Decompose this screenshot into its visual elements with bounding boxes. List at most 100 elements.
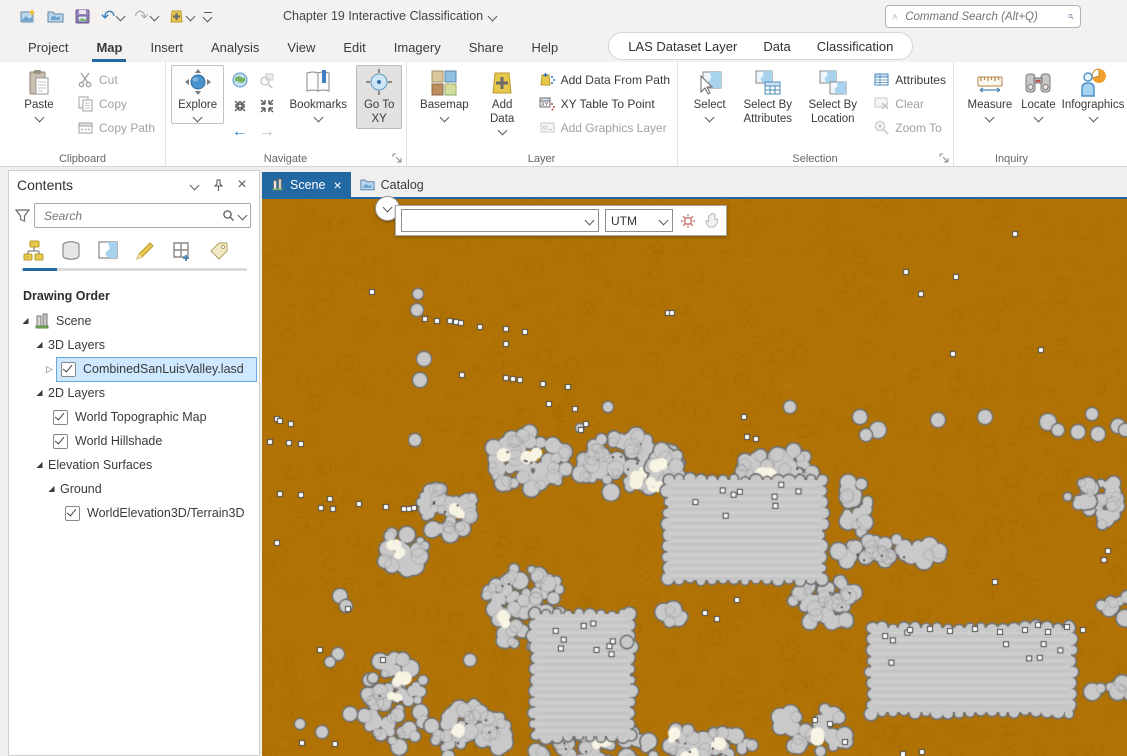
bookmarks-button[interactable]: Bookmarks	[282, 65, 354, 124]
tab-view[interactable]: View	[273, 34, 329, 62]
tab-analysis[interactable]: Analysis	[197, 34, 273, 62]
search-icon[interactable]	[1068, 10, 1074, 23]
zoom-to-selection-button[interactable]	[253, 67, 280, 93]
add-data-chevron-icon[interactable]	[497, 126, 507, 136]
paste-button[interactable]: Paste	[14, 65, 64, 124]
infographics-button[interactable]: Infographics	[1062, 65, 1124, 124]
full-extent-button[interactable]	[226, 67, 253, 93]
close-scene-tab-icon[interactable]: ×	[333, 178, 341, 192]
tree-item-elevation-surfaces[interactable]: ◢ Elevation Surfaces	[15, 453, 259, 477]
tab-help[interactable]: Help	[517, 34, 572, 62]
scene-view[interactable]: UTM	[262, 197, 1127, 756]
undo-button[interactable]: ↶	[99, 6, 126, 27]
tree-item-world-topographic-map[interactable]: World Topographic Map	[15, 405, 259, 429]
pin-icon[interactable]	[209, 176, 227, 194]
search-icon[interactable]	[222, 209, 235, 222]
command-search[interactable]	[885, 5, 1081, 28]
navigate-dialog-launcher[interactable]	[391, 152, 403, 164]
add-graphics-layer-button[interactable]: Add Graphics Layer	[536, 117, 673, 138]
clear-button[interactable]: Clear	[870, 93, 949, 114]
pan-to-location-icon[interactable]	[703, 212, 721, 230]
list-by-data-source-icon[interactable]	[58, 238, 84, 264]
add-data-from-path-button[interactable]: Add Data From Path	[536, 69, 673, 90]
coordinate-input-box[interactable]	[401, 209, 599, 232]
search-options-chevron-icon[interactable]	[238, 211, 248, 221]
title-chevron-icon[interactable]	[488, 11, 498, 21]
tree-item-world-hillshade[interactable]: World Hillshade	[15, 429, 259, 453]
contents-search-input[interactable]	[42, 208, 218, 224]
point-cloud-map-canvas[interactable]	[262, 199, 1127, 756]
go-to-xy-button[interactable]: Go To XY	[356, 65, 402, 129]
customize-quick-access-button[interactable]	[202, 10, 214, 23]
tab-data[interactable]: Data	[750, 35, 803, 58]
measure-button[interactable]: Measure	[965, 65, 1015, 124]
tree-item-scene[interactable]: ◢ Scene	[15, 309, 259, 333]
paste-chevron-icon[interactable]	[34, 112, 44, 122]
layer-visibility-checkbox[interactable]	[61, 362, 76, 377]
redo-button[interactable]: ↷	[132, 6, 159, 27]
measure-chevron-icon[interactable]	[985, 112, 995, 122]
fixed-zoom-out-icon[interactable]	[253, 93, 280, 119]
xy-table-to-point-button[interactable]: XY XY Table To Point	[536, 93, 673, 114]
open-project-icon[interactable]	[45, 6, 66, 27]
tab-catalog[interactable]: Catalog	[351, 172, 433, 197]
explore-chevron-icon[interactable]	[193, 112, 203, 122]
bookmarks-chevron-icon[interactable]	[313, 112, 323, 122]
locate-button[interactable]: Locate	[1017, 65, 1060, 124]
pane-menu-button[interactable]	[185, 176, 203, 194]
tab-share[interactable]: Share	[455, 34, 518, 62]
basemap-button[interactable]: Basemap	[414, 65, 475, 124]
selected-layer-box[interactable]: CombinedSanLuisValley.lasd	[56, 357, 257, 382]
command-search-input[interactable]	[903, 10, 1063, 24]
previous-extent-button[interactable]: ←	[226, 119, 253, 145]
undo-chevron-icon[interactable]	[116, 11, 126, 21]
copy-button[interactable]: Copy	[74, 93, 158, 114]
expander-icon[interactable]: ◢	[19, 317, 32, 325]
list-by-drawing-order-icon[interactable]	[21, 238, 47, 264]
select-by-attributes-button[interactable]: Select By Attributes	[736, 65, 799, 129]
tab-las-dataset-layer[interactable]: LAS Dataset Layer	[615, 35, 750, 58]
layer-visibility-checkbox[interactable]	[65, 506, 80, 521]
list-by-snapping-icon[interactable]	[169, 238, 195, 264]
cut-button[interactable]: Cut	[74, 69, 158, 90]
basemap-chevron-icon[interactable]	[439, 112, 449, 122]
expander-icon[interactable]: ▷	[43, 365, 56, 374]
zoom-to-button[interactable]: Zoom To	[870, 117, 949, 138]
tab-project[interactable]: Project	[14, 34, 82, 62]
tab-imagery[interactable]: Imagery	[380, 34, 455, 62]
infographics-chevron-icon[interactable]	[1088, 112, 1098, 122]
add-data-button[interactable]: Add Data	[477, 65, 528, 137]
expander-icon[interactable]: ◢	[33, 461, 46, 469]
attributes-button[interactable]: Attributes	[870, 69, 949, 90]
tab-insert[interactable]: Insert	[136, 34, 197, 62]
tab-scene[interactable]: Scene ×	[262, 172, 351, 197]
expander-icon[interactable]: ◢	[45, 485, 58, 493]
new-project-icon[interactable]	[18, 6, 39, 27]
contents-search-box[interactable]	[34, 203, 251, 228]
list-by-editing-icon[interactable]	[132, 238, 158, 264]
next-extent-button[interactable]: →	[253, 119, 280, 145]
tree-item-combinedsanluisvalley[interactable]: ▷ CombinedSanLuisValley.lasd	[15, 357, 259, 381]
tab-map[interactable]: Map	[82, 34, 136, 62]
tab-edit[interactable]: Edit	[329, 34, 379, 62]
list-by-selection-icon[interactable]	[95, 238, 121, 264]
layer-visibility-checkbox[interactable]	[53, 434, 68, 449]
add-data-quick-button[interactable]	[166, 6, 196, 27]
save-project-icon[interactable]	[72, 6, 93, 27]
tree-item-worldelevation3d[interactable]: WorldElevation3D/Terrain3D	[15, 501, 259, 525]
copy-path-button[interactable]: Copy Path	[74, 117, 158, 138]
select-button[interactable]: Select	[685, 65, 734, 124]
coordinate-input[interactable]	[407, 213, 582, 229]
redo-chevron-icon[interactable]	[149, 11, 159, 21]
filter-icon[interactable]	[15, 208, 30, 223]
tab-classification[interactable]: Classification	[804, 35, 907, 58]
tree-item-2d-layers[interactable]: ◢ 2D Layers	[15, 381, 259, 405]
tree-item-3d-layers[interactable]: ◢ 3D Layers	[15, 333, 259, 357]
fixed-zoom-in-icon[interactable]	[226, 93, 253, 119]
expander-icon[interactable]: ◢	[33, 389, 46, 397]
coordinate-format-select[interactable]: UTM	[605, 209, 673, 232]
locate-chevron-icon[interactable]	[1033, 112, 1043, 122]
select-chevron-icon[interactable]	[705, 112, 715, 122]
expander-icon[interactable]: ◢	[33, 341, 46, 349]
flash-location-icon[interactable]	[679, 212, 697, 230]
